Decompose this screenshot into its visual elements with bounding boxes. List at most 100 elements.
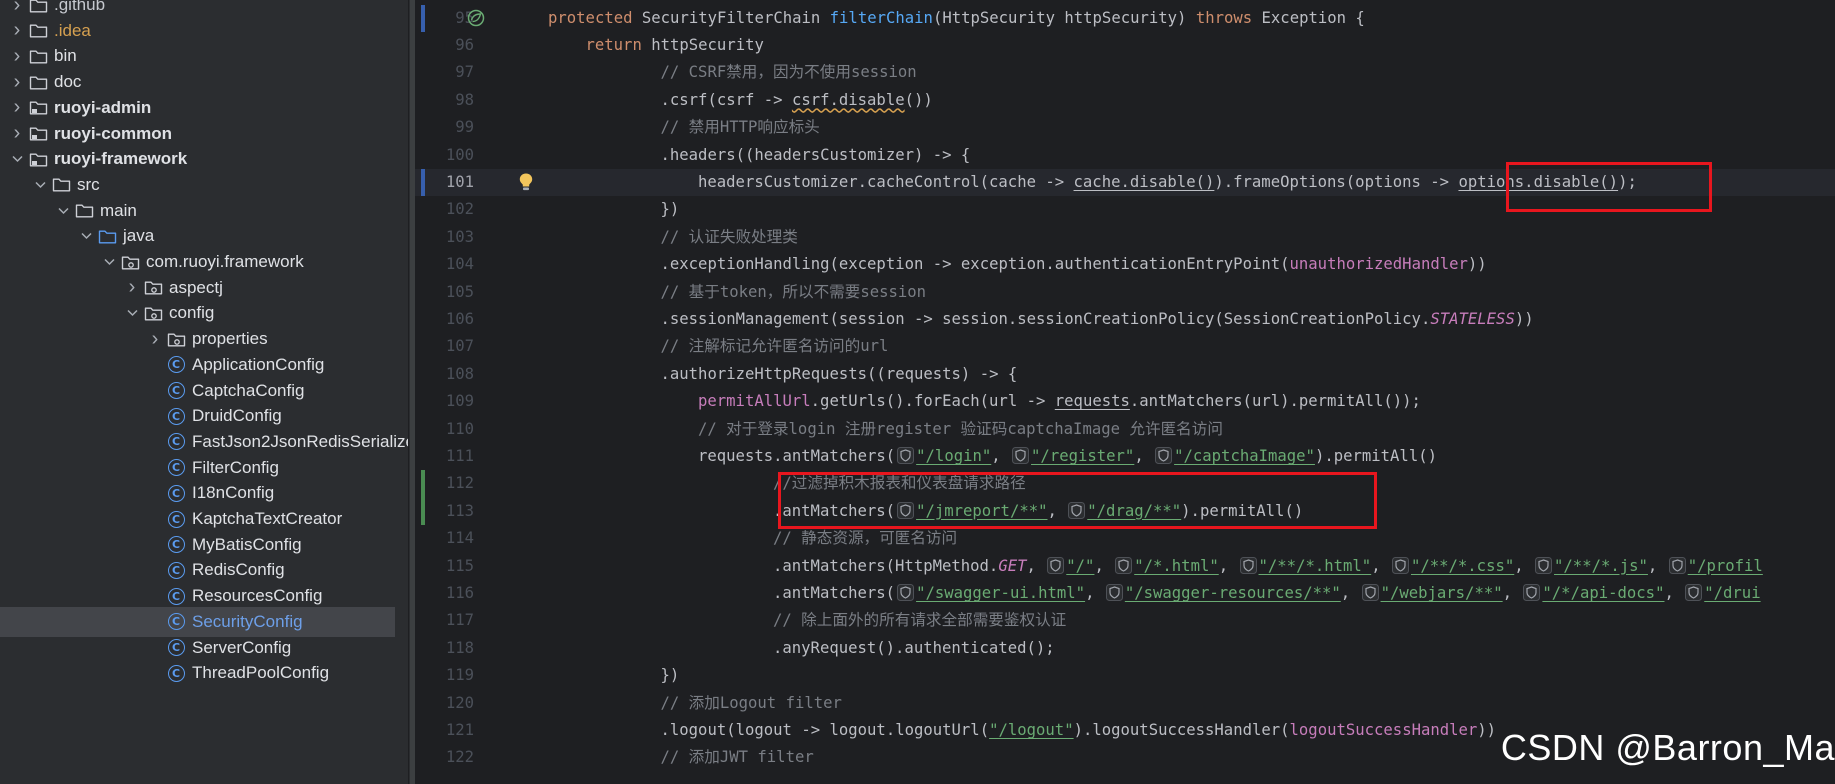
class-icon-glyph: C	[167, 459, 185, 477]
code-line-96[interactable]: 96 return httpSecurity	[415, 32, 1835, 59]
code-line-111[interactable]: 111 requests.antMatchers("/login", "/regi…	[415, 443, 1835, 470]
code-line-119[interactable]: 119})	[415, 662, 1835, 689]
line-number[interactable]: 116	[427, 580, 474, 607]
intention-bulb-icon[interactable]	[518, 172, 534, 197]
code-line-107[interactable]: 107 // 注解标记允许匿名访问的url	[415, 333, 1835, 360]
url-inspection-shield-icon[interactable]	[897, 446, 915, 464]
code-line-102[interactable]: 102})	[415, 196, 1835, 223]
tree-item-threadpoolconfig[interactable]: C ThreadPoolConfig	[0, 658, 408, 688]
code-line-118[interactable]: 118 .anyRequest().authenticated();	[415, 635, 1835, 662]
url-inspection-shield-icon[interactable]	[1523, 583, 1541, 601]
url-inspection-shield-icon[interactable]	[1668, 556, 1686, 574]
code-token: ,	[991, 446, 1011, 465]
line-number[interactable]: 102	[427, 196, 474, 223]
url-inspection-shield-icon[interactable]	[1115, 556, 1133, 574]
line-number[interactable]: 104	[427, 251, 474, 278]
url-inspection-shield-icon[interactable]	[1155, 446, 1173, 464]
modified-line-marker[interactable]	[421, 168, 425, 197]
url-inspection-shield-icon[interactable]	[897, 583, 915, 601]
code-token: ,	[1134, 446, 1154, 465]
code-token: "/**/*.html"	[1258, 556, 1372, 575]
code-line-100[interactable]: 100 .headers((headersCustomizer) -> {	[415, 142, 1835, 169]
line-number[interactable]: 119	[427, 662, 474, 689]
url-inspection-shield-icon[interactable]	[1105, 583, 1123, 601]
code-line-101[interactable]: 101 headersCustomizer.cacheControl(cache …	[415, 168, 1835, 197]
code-line-105[interactable]: 105 // 基于token，所以不需要session	[415, 279, 1835, 306]
code-token: ).logoutSuccessHandler(	[1073, 720, 1290, 739]
code-line-115[interactable]: 115 .antMatchers(HttpMethod.GET, "/", "/*…	[415, 553, 1835, 580]
line-number[interactable]: 106	[427, 306, 474, 333]
code-token: );	[1618, 172, 1637, 191]
line-number[interactable]: 118	[427, 635, 474, 662]
panel-splitter[interactable]	[408, 0, 416, 784]
code-line-110[interactable]: 110 // 对于登录login 注册register 验证码captchaIma…	[415, 416, 1835, 443]
line-number[interactable]: 100	[427, 142, 474, 169]
line-number[interactable]: 99	[427, 114, 474, 141]
line-number[interactable]: 105	[427, 279, 474, 306]
line-number[interactable]: 115	[427, 553, 474, 580]
code-token: "/register"	[1031, 446, 1135, 465]
code-token: .getUrls().forEach(url ->	[810, 392, 1055, 411]
code-line-108[interactable]: 108 .authorizeHttpRequests((requests) -> …	[415, 361, 1835, 388]
code-text: // 静态资源，可匿名访问	[773, 525, 957, 552]
code-line-113[interactable]: 113 .antMatchers("/jmreport/**", "/drag/*…	[415, 497, 1835, 526]
code-line-112[interactable]: 112 //过滤掉积木报表和仪表盘请求路径	[415, 470, 1835, 498]
code-line-106[interactable]: 106 .sessionManagement(session -> session…	[415, 306, 1835, 333]
line-number[interactable]: 108	[427, 361, 474, 388]
line-number[interactable]: 103	[427, 224, 474, 251]
code-editor[interactable]: 95 protected SecurityFilterChain filterCh…	[415, 0, 1835, 784]
url-inspection-shield-icon[interactable]	[1068, 501, 1086, 519]
code-line-95[interactable]: 95 protected SecurityFilterChain filterCh…	[415, 4, 1835, 32]
line-number[interactable]: 121	[427, 717, 474, 744]
code-token: options.disable()	[1458, 172, 1619, 191]
code-line-104[interactable]: 104 .exceptionHandling(exception -> excep…	[415, 251, 1835, 278]
code-line-98[interactable]: 98 .csrf(csrf -> csrf.disable())	[415, 87, 1835, 114]
url-inspection-shield-icon[interactable]	[1012, 446, 1030, 464]
line-number[interactable]: 98	[427, 87, 474, 114]
line-number[interactable]: 112	[427, 470, 474, 497]
line-number[interactable]: 107	[427, 333, 474, 360]
spring-bean-gutter-icon[interactable]	[467, 9, 485, 32]
line-number[interactable]: 120	[427, 690, 474, 717]
line-number[interactable]: 122	[427, 744, 474, 771]
url-inspection-shield-icon[interactable]	[1047, 556, 1065, 574]
code-token: ))	[1514, 309, 1534, 328]
class-icon-glyph: C	[167, 433, 185, 451]
code-line-97[interactable]: 97 // CSRF禁用，因为不使用session	[415, 59, 1835, 86]
line-number[interactable]: 101	[427, 169, 474, 196]
code-line-114[interactable]: 114 // 静态资源，可匿名访问	[415, 525, 1835, 552]
line-number[interactable]: 96	[427, 32, 474, 59]
line-number[interactable]: 114	[427, 525, 474, 552]
modified-line-marker[interactable]	[421, 4, 425, 32]
class-icon-glyph: C	[167, 613, 185, 631]
line-number[interactable]: 117	[427, 607, 474, 634]
code-line-103[interactable]: 103 // 认证失败处理类	[415, 224, 1835, 251]
project-tree[interactable]: › .github › .idea › bin › doc › ruoyi-admin › ruoyi…	[0, 0, 408, 784]
url-inspection-shield-icon[interactable]	[1535, 556, 1553, 574]
code-token: ,	[1218, 556, 1238, 575]
code-line-109[interactable]: 109 permitAllUrl.getUrls().forEach(url ->…	[415, 388, 1835, 415]
code-token: ,	[1085, 583, 1104, 602]
code-line-116[interactable]: 116 .antMatchers("/swagger-ui.html", "/sw…	[415, 580, 1835, 607]
code-line-120[interactable]: 120 // 添加Logout filter	[415, 690, 1835, 717]
code-token: .antMatchers(	[773, 501, 896, 520]
added-line-marker[interactable]	[421, 470, 425, 498]
code-line-117[interactable]: 117 // 除上面外的所有请求全部需要鉴权认证	[415, 607, 1835, 634]
url-inspection-shield-icon[interactable]	[897, 501, 915, 519]
code-token: ))	[1477, 720, 1497, 739]
line-number[interactable]: 109	[427, 388, 474, 415]
url-inspection-shield-icon[interactable]	[1239, 556, 1257, 574]
line-number[interactable]: 110	[427, 416, 474, 443]
line-number[interactable]: 113	[427, 498, 474, 525]
code-token: "/swagger-resources/**"	[1124, 583, 1341, 602]
code-token: return	[585, 35, 652, 54]
code-line-99[interactable]: 99 // 禁用HTTP响应标头	[415, 114, 1835, 141]
url-inspection-shield-icon[interactable]	[1685, 583, 1703, 601]
line-number[interactable]: 97	[427, 59, 474, 86]
url-inspection-shield-icon[interactable]	[1361, 583, 1379, 601]
class-icon-glyph: C	[167, 510, 185, 528]
line-number[interactable]: 111	[427, 443, 474, 470]
url-inspection-shield-icon[interactable]	[1391, 556, 1409, 574]
added-line-marker[interactable]	[421, 497, 425, 526]
